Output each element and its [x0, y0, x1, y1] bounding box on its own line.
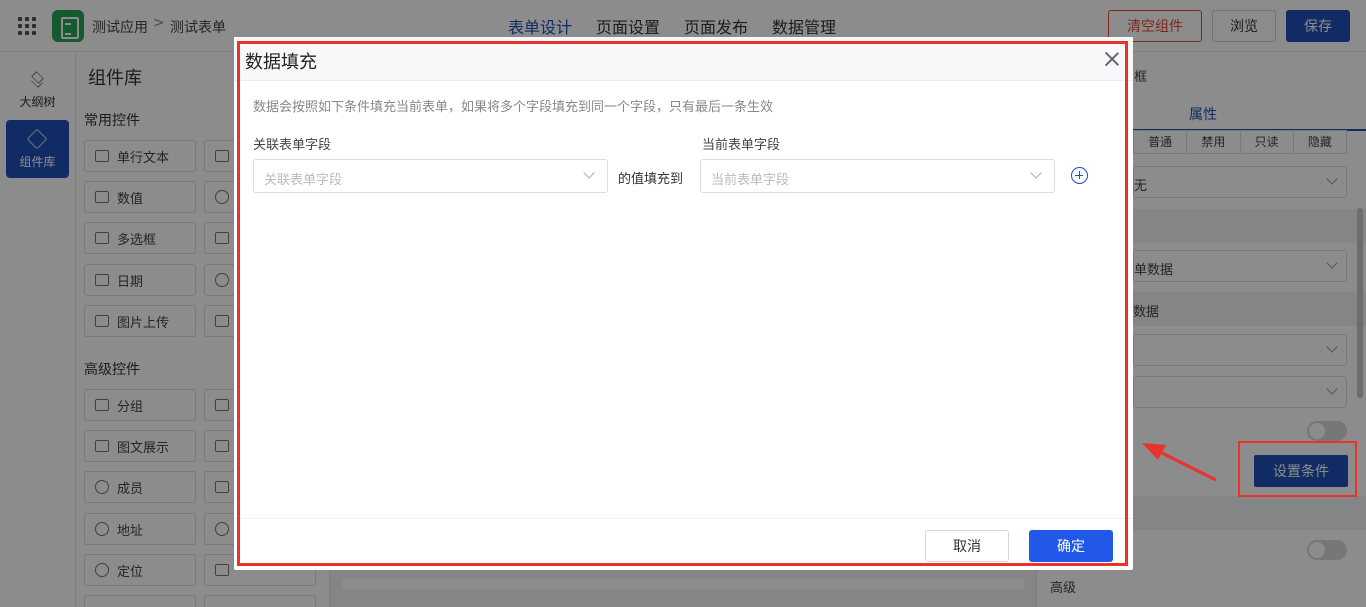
chevron-down-icon	[1030, 167, 1042, 179]
select-placeholder: 关联表单字段	[264, 173, 343, 188]
add-condition-icon[interactable]	[1071, 167, 1088, 184]
dialog-description: 数据会按照如下条件填充当前表单，如果将多个字段填充到同一个字段，只有最后一条生效	[253, 100, 774, 115]
confirm-button[interactable]: 确定	[1029, 530, 1113, 562]
dialog-title: 数据填充	[245, 52, 317, 73]
select-placeholder: 当前表单字段	[711, 173, 790, 188]
dialog-header: 数据填充	[234, 37, 1133, 81]
close-icon[interactable]	[1103, 50, 1121, 68]
current-field-select[interactable]: 当前表单字段	[700, 159, 1055, 193]
dialog-footer: 取消 确定	[234, 518, 1133, 570]
cancel-button[interactable]: 取消	[925, 530, 1009, 562]
chevron-down-icon	[583, 167, 595, 179]
current-field-label: 当前表单字段	[702, 138, 781, 153]
data-fill-dialog: 数据填充 数据会按照如下条件填充当前表单，如果将多个字段填充到同一个字段，只有最…	[234, 37, 1133, 570]
related-field-select[interactable]: 关联表单字段	[253, 159, 608, 193]
annotation-button-highlight	[1238, 441, 1357, 497]
fill-to-text: 的值填充到	[618, 172, 684, 187]
related-field-label: 关联表单字段	[253, 138, 332, 153]
